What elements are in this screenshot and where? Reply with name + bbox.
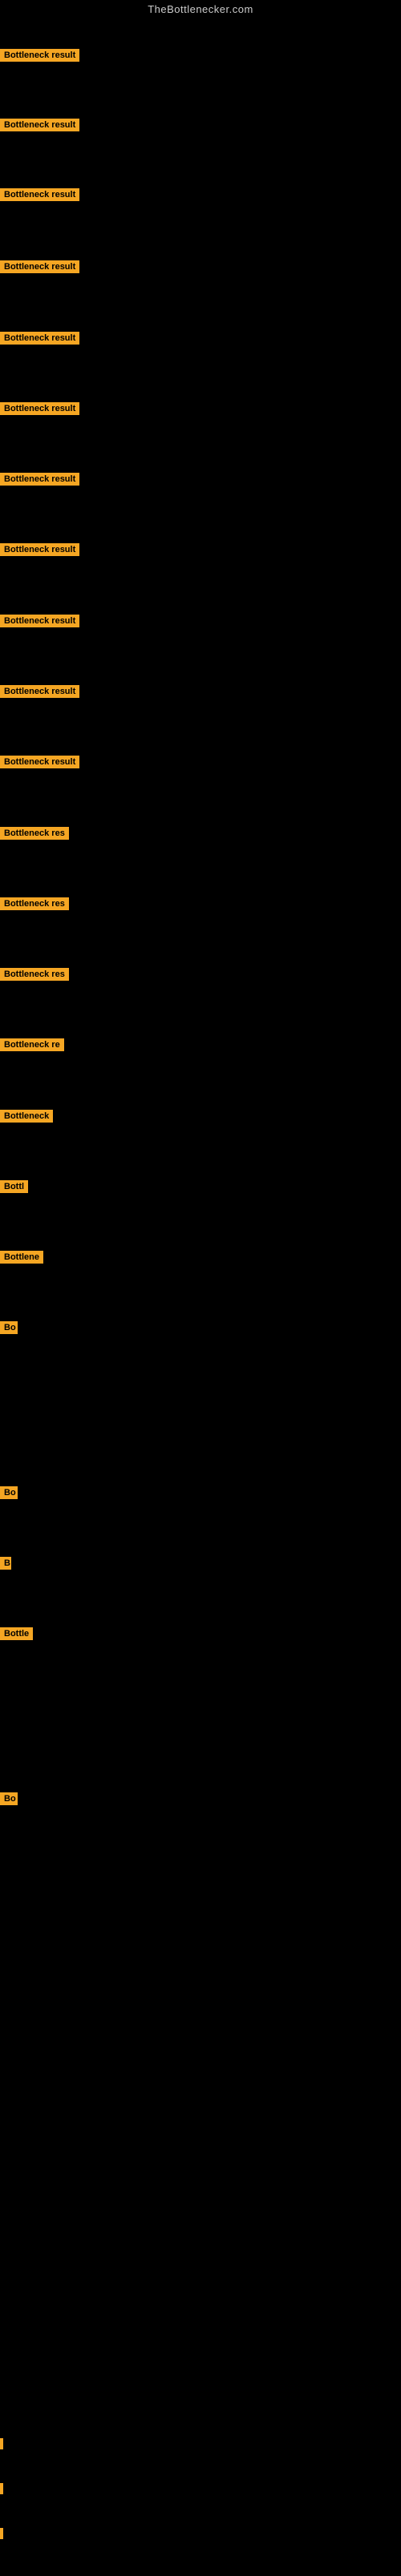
bottleneck-result-badge: B bbox=[0, 1557, 11, 1570]
bottleneck-result-badge: Bottleneck res bbox=[0, 968, 69, 981]
bottleneck-result-badge: Bo bbox=[0, 1486, 18, 1499]
bottleneck-result-badge: Bottleneck result bbox=[0, 685, 79, 698]
bottleneck-result-badge: Bottleneck result bbox=[0, 756, 79, 768]
site-title: TheBottlenecker.com bbox=[0, 0, 401, 20]
bottleneck-result-badge: Bottleneck result bbox=[0, 402, 79, 415]
bottleneck-result-badge: Bo bbox=[0, 1321, 18, 1334]
bottleneck-result-badge: Bottleneck bbox=[0, 1110, 53, 1123]
bottleneck-result-badge: Bottl bbox=[0, 1180, 28, 1193]
bottleneck-result-badge: Bottleneck res bbox=[0, 897, 69, 910]
bottleneck-result-badge: Bottleneck result bbox=[0, 119, 79, 131]
bottleneck-result-badge: Bottle bbox=[0, 1627, 33, 1640]
bottleneck-result-badge bbox=[0, 2438, 3, 2449]
bottleneck-result-badge: Bottleneck re bbox=[0, 1038, 64, 1051]
bottleneck-result-badge: Bottlene bbox=[0, 1251, 43, 1264]
bottleneck-result-badge: Bottleneck result bbox=[0, 543, 79, 556]
bottleneck-result-badge: Bottleneck result bbox=[0, 49, 79, 62]
bottleneck-result-badge: Bottleneck result bbox=[0, 332, 79, 345]
bottleneck-result-badge: Bo bbox=[0, 1792, 18, 1805]
bottleneck-result-badge: Bottleneck result bbox=[0, 188, 79, 201]
bottleneck-result-badge: Bottleneck result bbox=[0, 615, 79, 627]
bottleneck-result-badge: Bottleneck result bbox=[0, 473, 79, 486]
bottleneck-result-badge: Bottleneck res bbox=[0, 827, 69, 840]
bottleneck-result-badge bbox=[0, 2528, 3, 2539]
bottleneck-result-badge: Bottleneck result bbox=[0, 260, 79, 273]
bottleneck-result-badge bbox=[0, 2483, 3, 2494]
